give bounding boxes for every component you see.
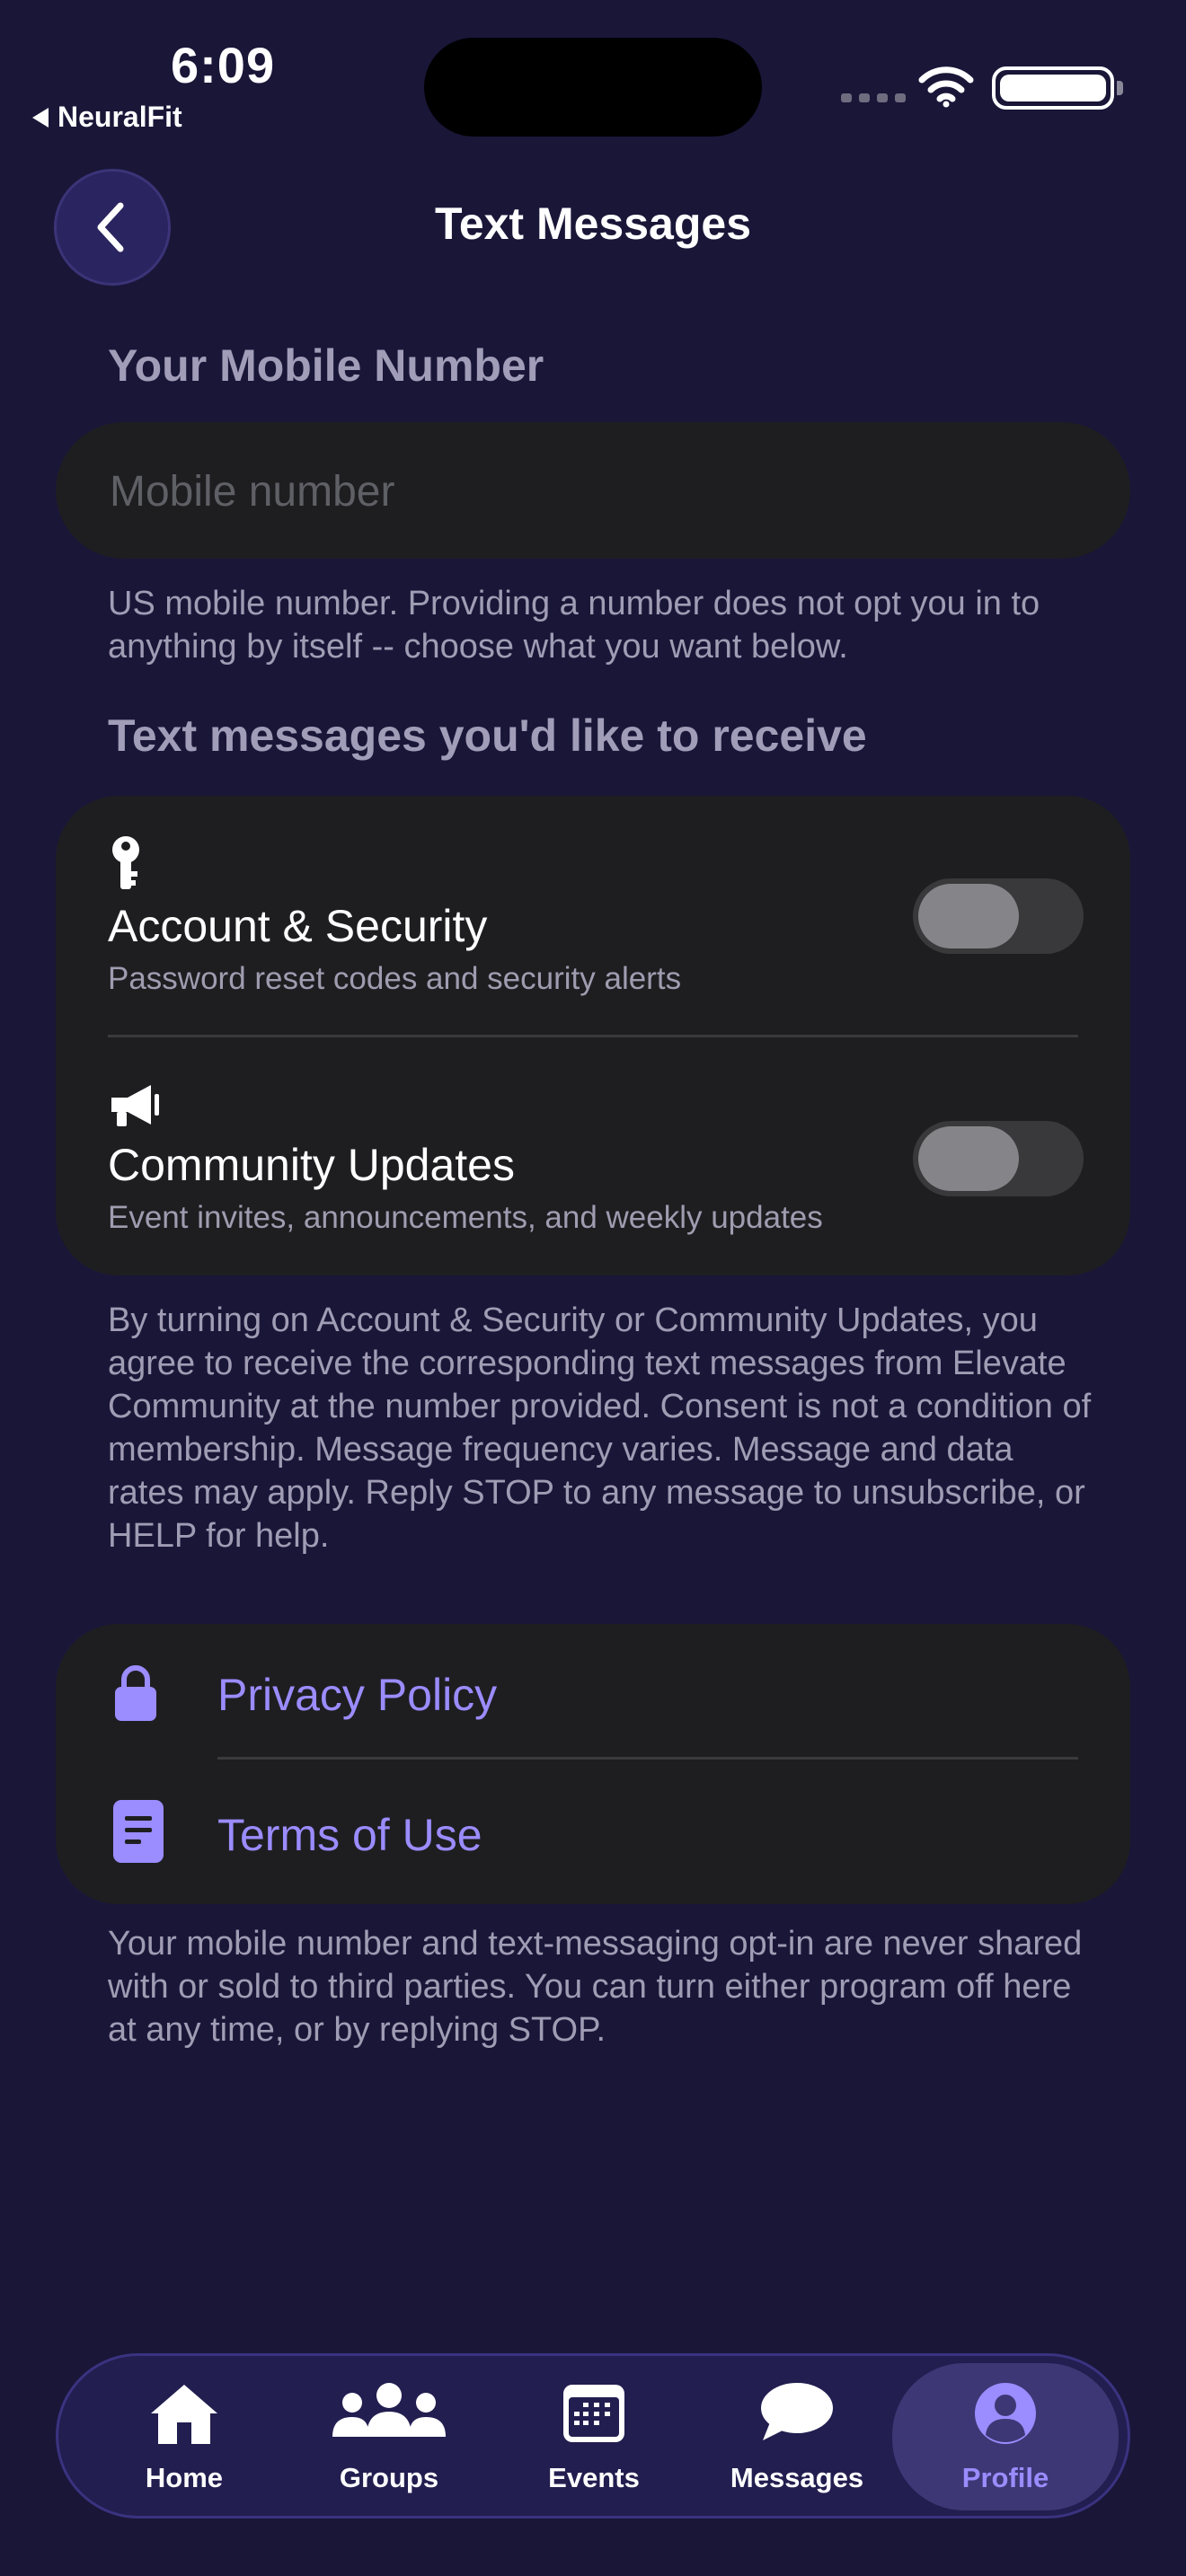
- account-security-toggle[interactable]: [913, 878, 1084, 954]
- link-divider: [217, 1757, 1078, 1760]
- calendar-icon: [563, 2385, 624, 2442]
- account-security-title: Account & Security: [108, 901, 488, 951]
- links-card: Privacy Policy Terms of Use: [56, 1624, 1130, 1904]
- mobile-section-title: Your Mobile Number: [108, 340, 544, 391]
- tab-home[interactable]: Home: [85, 2356, 283, 2516]
- tab-events-label: Events: [548, 2462, 640, 2493]
- consent-text: By turning on Account & Security or Comm…: [108, 1301, 1092, 1555]
- wifi-icon: [918, 66, 974, 108]
- tab-groups[interactable]: Groups: [290, 2356, 488, 2516]
- tab-bar: Home Groups Events Messages Profile: [56, 2353, 1130, 2519]
- mobile-number-field-container: [56, 422, 1130, 560]
- lock-icon: [115, 1665, 156, 1721]
- megaphone-icon: [111, 1085, 159, 1126]
- privacy-policy-link[interactable]: Privacy Policy: [56, 1624, 1130, 1764]
- mobile-help-text: US mobile number. Providing a number doe…: [108, 585, 1040, 666]
- battery-icon: [992, 66, 1123, 110]
- tab-messages-label: Messages: [730, 2462, 864, 2493]
- row-divider: [108, 1035, 1078, 1037]
- chat-bubble-icon: [761, 2383, 833, 2440]
- back-app-label: NeuralFit: [58, 101, 182, 133]
- key-icon: [112, 836, 139, 889]
- tab-messages[interactable]: Messages: [698, 2356, 896, 2516]
- dynamic-island: [424, 38, 762, 137]
- terms-of-use-link[interactable]: Terms of Use: [56, 1764, 1130, 1904]
- back-triangle-icon: [32, 107, 49, 128]
- community-updates-title: Community Updates: [108, 1140, 515, 1190]
- community-updates-subtitle: Event invites, announcements, and weekly…: [108, 1200, 823, 1235]
- status-time: 6:09: [171, 37, 276, 93]
- home-icon: [151, 2385, 217, 2444]
- terms-of-use-label: Terms of Use: [217, 1810, 482, 1860]
- mobile-number-input[interactable]: [108, 422, 1082, 560]
- privacy-note-text: Your mobile number and text-messaging op…: [108, 1925, 1083, 2049]
- document-icon: [113, 1800, 164, 1863]
- tab-events[interactable]: Events: [495, 2356, 693, 2516]
- account-security-subtitle: Password reset codes and security alerts: [108, 961, 682, 996]
- tab-home-label: Home: [145, 2462, 224, 2493]
- preferences-section-title: Text messages you'd like to receive: [108, 710, 867, 761]
- community-updates-toggle[interactable]: [913, 1121, 1084, 1196]
- privacy-policy-label: Privacy Policy: [217, 1670, 498, 1720]
- tab-profile[interactable]: Profile: [892, 2363, 1119, 2510]
- cellular-signal-icon: [841, 93, 906, 102]
- tab-groups-label: Groups: [339, 2462, 439, 2493]
- preferences-card: Account & Security Password reset codes …: [56, 796, 1130, 1275]
- tab-profile-label: Profile: [961, 2462, 1049, 2493]
- back-to-app-link[interactable]: NeuralFit: [32, 101, 182, 134]
- profile-icon: [975, 2383, 1036, 2444]
- groups-icon: [332, 2383, 446, 2437]
- page-title: Text Messages: [434, 198, 752, 249]
